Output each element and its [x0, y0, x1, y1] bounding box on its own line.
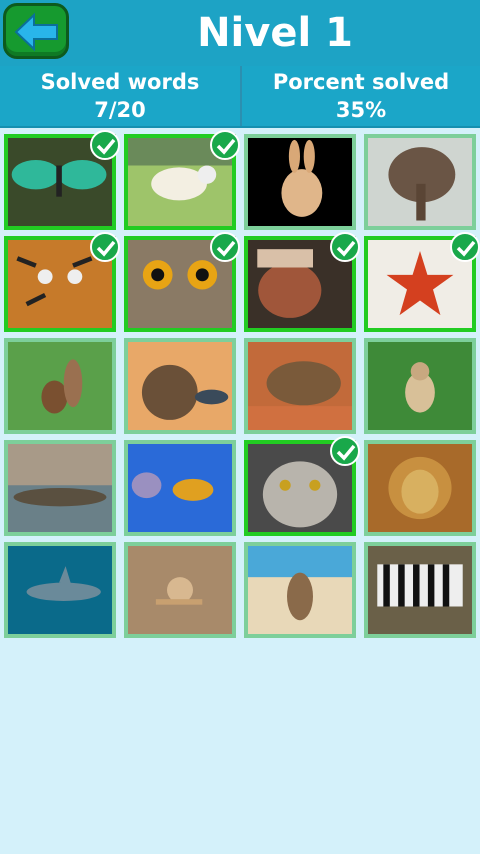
solved-check-icon — [210, 130, 240, 160]
level-title: Nivel 1 — [197, 10, 353, 56]
crocodile-image — [8, 444, 112, 532]
animal-tile-zebra[interactable] — [364, 542, 476, 638]
stats-bar: Solved words 7/20 Porcent solved 35% — [0, 66, 480, 128]
animal-tile-lion[interactable] — [364, 440, 476, 536]
animal-tile-tortoise[interactable] — [244, 338, 356, 434]
percent-solved-stat: Porcent solved 35% — [240, 66, 480, 126]
solved-words-value: 7/20 — [94, 98, 146, 122]
animal-tile-shark[interactable] — [4, 542, 116, 638]
kangaroo-image — [248, 546, 352, 634]
solved-check-icon — [90, 130, 120, 160]
solved-check-icon — [330, 232, 360, 262]
tortoise-image — [248, 342, 352, 430]
arrow-left-icon — [14, 12, 58, 52]
solved-words-stat: Solved words 7/20 — [0, 66, 240, 126]
animal-tile-monkey[interactable] — [364, 338, 476, 434]
percent-solved-value: 35% — [335, 98, 387, 122]
lion-image — [368, 444, 472, 532]
animal-tile-duck[interactable] — [124, 338, 236, 434]
shark-image — [8, 546, 112, 634]
snail-image — [128, 546, 232, 634]
animal-tile-snail[interactable] — [124, 542, 236, 638]
percent-solved-label: Porcent solved — [272, 70, 450, 94]
solved-check-icon — [210, 232, 240, 262]
back-button[interactable] — [3, 3, 69, 59]
animal-tile-bee[interactable] — [124, 440, 236, 536]
duck-image — [128, 342, 232, 430]
elephant-image — [368, 138, 472, 226]
monkey-image — [368, 342, 472, 430]
top-bar: Nivel 1 — [0, 0, 480, 66]
animal-tile-rabbit[interactable] — [244, 134, 356, 230]
animal-tile-squirrel[interactable] — [4, 338, 116, 434]
animal-tile-elephant[interactable] — [364, 134, 476, 230]
solved-words-label: Solved words — [40, 70, 200, 94]
squirrel-image — [8, 342, 112, 430]
bee-image — [128, 444, 232, 532]
rabbit-image — [248, 138, 352, 226]
solved-check-icon — [450, 232, 480, 262]
solved-check-icon — [330, 436, 360, 466]
animal-tile-crocodile[interactable] — [4, 440, 116, 536]
solved-check-icon — [90, 232, 120, 262]
zebra-image — [368, 546, 472, 634]
animal-tile-kangaroo[interactable] — [244, 542, 356, 638]
